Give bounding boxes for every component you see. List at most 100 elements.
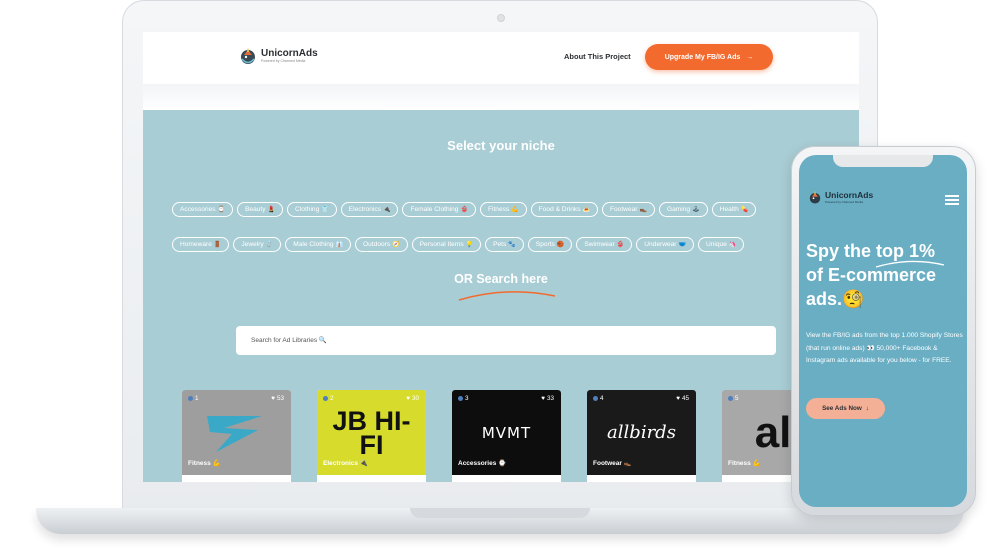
brand-name: UnicornAds bbox=[261, 47, 318, 59]
niche-chip-label: Pets bbox=[493, 241, 507, 248]
headline-underline-swoosh bbox=[875, 260, 945, 268]
niche-chip[interactable]: Food & Drinks 🍝 bbox=[530, 202, 598, 217]
niche-chip-label: Sports bbox=[535, 241, 555, 248]
mobile-brand-name: UnicornAds bbox=[825, 190, 874, 200]
mobile-brand-logo[interactable]: UnicornAds Powered by Charmed Media bbox=[808, 190, 873, 205]
niche-chip-label: Female Clothing bbox=[410, 206, 459, 213]
globe-icon bbox=[728, 396, 733, 401]
mobile-headline-line-3: ads.🧐 bbox=[806, 289, 865, 309]
niche-chip-label: Jewelry bbox=[241, 241, 264, 248]
about-project-link[interactable]: About This Project bbox=[564, 52, 631, 61]
niche-chip[interactable]: Footwear 👞 bbox=[601, 202, 655, 217]
niche-chip-label: Unique bbox=[706, 241, 727, 248]
niche-chip-emoji: 🏀 bbox=[556, 242, 565, 248]
ad-library-search-input[interactable] bbox=[236, 326, 776, 355]
ad-card-category: Fitness 💪 bbox=[188, 460, 221, 467]
brand-logo-text: JB HI-FI bbox=[332, 405, 411, 460]
niche-chip[interactable]: Fitness 💪 bbox=[479, 202, 527, 217]
arrow-right-icon: → bbox=[746, 53, 754, 61]
niche-chip[interactable]: Clothing 👕 bbox=[287, 202, 337, 217]
niche-chip[interactable]: Gaming 🕹 bbox=[658, 202, 708, 217]
laptop-screen: UnicornAds Powered by Charmed Media Abou… bbox=[143, 32, 859, 482]
heart-icon: ♥ bbox=[406, 395, 410, 402]
ad-card[interactable]: allbirds 4 ♥ 45 Footwear 👞 bbox=[587, 390, 696, 482]
niche-chip[interactable]: Electronics 🔌 bbox=[340, 202, 399, 217]
niche-chip[interactable]: Beauty 💄 bbox=[237, 202, 284, 217]
ad-card-category: Fitness 💪 bbox=[728, 460, 761, 467]
niche-title: Select your niche bbox=[447, 138, 555, 153]
niche-chip-emoji: 🧭 bbox=[392, 242, 400, 248]
niche-chip-emoji: 💪 bbox=[511, 207, 519, 213]
niche-chip-emoji: 👙 bbox=[460, 207, 468, 213]
globe-icon bbox=[188, 396, 193, 401]
mobile-headline: Spy the top 1% of E-commerce ads.🧐 bbox=[806, 239, 966, 311]
likes-badge: ♥ 45 bbox=[676, 395, 689, 402]
niche-chip[interactable]: Accessories ⌚ bbox=[172, 202, 234, 217]
niche-chip[interactable]: Sports 🏀 bbox=[527, 237, 573, 252]
niche-chip-label: Food & Drinks bbox=[538, 206, 581, 213]
niche-chip[interactable]: Outdoors 🧭 bbox=[355, 237, 408, 252]
niche-chip-row-2: Homeware 🚪 Jewelry 💍 Male Clothing 👔 Outdoors 🧭… bbox=[172, 237, 745, 252]
niche-chip-emoji: 💄 bbox=[267, 207, 276, 213]
niche-chip-emoji: 🐾 bbox=[508, 242, 516, 248]
likes-value: 30 bbox=[411, 395, 419, 402]
likes-badge: ♥ 53 bbox=[271, 395, 284, 402]
upgrade-button[interactable]: Upgrade My FB/IG Ads → bbox=[645, 44, 773, 70]
brand-logo[interactable]: UnicornAds Powered by Charmed Media bbox=[239, 46, 318, 66]
niche-chip-label: Beauty bbox=[245, 206, 266, 213]
site-header: UnicornAds Powered by Charmed Media Abou… bbox=[143, 32, 859, 84]
heart-icon: ♥ bbox=[541, 395, 545, 402]
rank-value: 3 bbox=[465, 395, 469, 402]
niche-chip[interactable]: Underwear 🩲 bbox=[636, 237, 694, 252]
mobile-description: View the FB/IG ads from the top 1.000 Sh… bbox=[806, 332, 963, 364]
globe-icon bbox=[593, 396, 598, 401]
rank-badge: 2 bbox=[323, 395, 334, 402]
rank-badge: 4 bbox=[593, 395, 604, 402]
niche-chip[interactable]: Unique 🦄 bbox=[698, 237, 745, 252]
likes-badge: ♥ 30 bbox=[406, 395, 419, 402]
niche-chip-row-1: Accessories ⌚ Beauty 💄 Clothing 👕 Electronics 🔌… bbox=[172, 202, 757, 217]
niche-chip-emoji: 👔 bbox=[335, 242, 344, 248]
ad-card[interactable]: MVMT 3 ♥ 33 Accessories ⌚ bbox=[452, 390, 561, 482]
niche-chip[interactable]: Health 💊 bbox=[711, 202, 757, 217]
rank-value: 4 bbox=[600, 395, 604, 402]
niche-chip[interactable]: Swimwear 👙 bbox=[576, 237, 633, 252]
likes-value: 33 bbox=[546, 395, 554, 402]
rank-badge: 5 bbox=[728, 395, 739, 402]
niche-chip-label: Male Clothing bbox=[293, 241, 334, 248]
niche-chip-label: Fitness bbox=[487, 206, 510, 213]
niche-chip[interactable]: Homeware 🚪 bbox=[172, 237, 230, 252]
brand-logo-text: MVMT bbox=[481, 423, 532, 442]
laptop-camera bbox=[497, 14, 505, 22]
niche-chip-label: Footwear bbox=[609, 206, 638, 213]
likes-badge: ♥ 33 bbox=[541, 395, 554, 402]
ad-card[interactable]: JB HI-FI 2 ♥ 30 Electronics 🔌 bbox=[317, 390, 426, 482]
heart-icon: ♥ bbox=[676, 395, 680, 402]
ad-card[interactable]: 1 ♥ 53 Fitness 💪 bbox=[182, 390, 291, 482]
niche-chip-emoji: 🔌 bbox=[382, 207, 391, 213]
unicorn-logo-icon bbox=[809, 190, 821, 204]
see-ads-now-button[interactable]: See Ads Now ↓ bbox=[806, 398, 885, 419]
mobile-brand-tagline: Powered by Charmed Media bbox=[825, 200, 864, 204]
niche-chip-label: Health bbox=[719, 206, 739, 213]
niche-chip[interactable]: Female Clothing 👙 bbox=[402, 202, 476, 217]
hamburger-menu-icon[interactable] bbox=[945, 195, 959, 207]
niche-chip-emoji: 🩲 bbox=[678, 242, 686, 248]
niche-chip[interactable]: Jewelry 💍 bbox=[233, 237, 282, 252]
niche-chip-emoji: 👙 bbox=[616, 242, 625, 248]
globe-icon bbox=[323, 396, 328, 401]
niche-chip[interactable]: Male Clothing 👔 bbox=[285, 237, 352, 252]
laptop-base-notch bbox=[410, 508, 590, 518]
search-heading: OR Search here bbox=[454, 272, 548, 286]
niche-chip-emoji: ⌚ bbox=[217, 207, 226, 213]
niche-chip-emoji: 🕹 bbox=[692, 207, 700, 213]
upgrade-button-label: Upgrade My FB/IG Ads bbox=[664, 53, 741, 61]
globe-icon bbox=[458, 396, 463, 401]
niche-chip[interactable]: Pets 🐾 bbox=[485, 237, 524, 252]
rank-badge: 1 bbox=[188, 395, 199, 402]
gymshark-logo-icon bbox=[206, 415, 262, 452]
niche-chip[interactable]: Personal Items 💡 bbox=[411, 237, 482, 252]
niche-chip-label: Underwear bbox=[644, 241, 677, 248]
likes-value: 45 bbox=[681, 395, 689, 402]
rank-badge: 3 bbox=[458, 395, 469, 402]
